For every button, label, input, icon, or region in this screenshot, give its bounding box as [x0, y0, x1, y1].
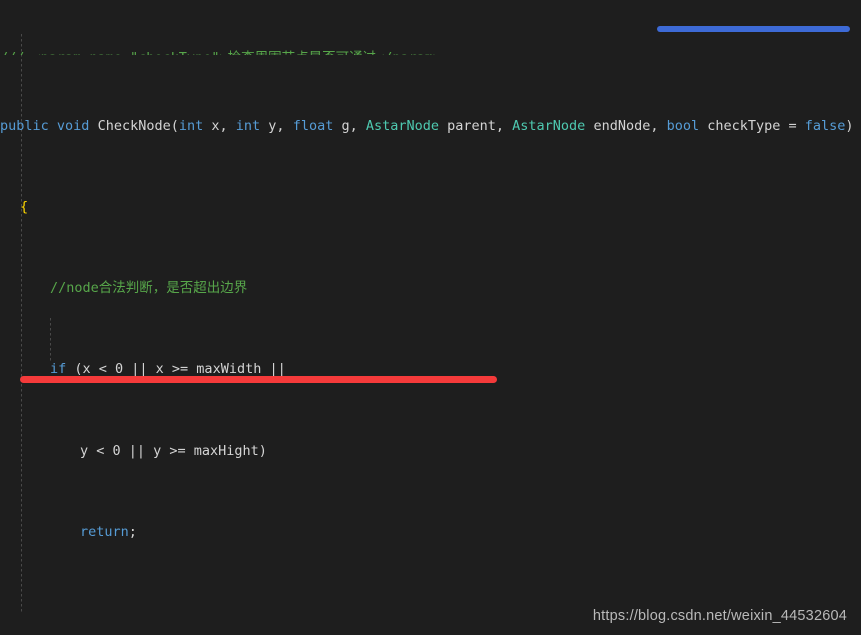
- code-line-if-bounds-cont: y < 0 || y >= maxHight): [0, 441, 861, 461]
- code-line-return-bounds: return;: [0, 522, 861, 542]
- type-astarnode: AstarNode: [512, 117, 586, 134]
- param-parent: parent,: [439, 117, 513, 134]
- code-line-comment-bounds: //node合法判断，是否超出边界: [0, 278, 861, 298]
- param-x: x,: [203, 117, 236, 134]
- kw-int: int: [178, 117, 204, 134]
- code-content[interactable]: /// <param name="checkType">检查周围节点是否可通过<…: [0, 0, 861, 635]
- kw-float: float: [292, 117, 334, 134]
- kw-int: int: [235, 117, 261, 134]
- type-astarnode: AstarNode: [365, 117, 439, 134]
- kw-void: void: [56, 117, 90, 134]
- code-line-open-brace: {: [0, 197, 861, 217]
- if-condition-part1: (x < 0 || x >= maxWidth ||: [66, 361, 286, 378]
- method-name: CheckNode: [97, 117, 171, 134]
- if-condition-part2: y < 0 || y >= maxHight): [80, 442, 267, 459]
- kw-return: return: [80, 523, 129, 540]
- blue-annotation-stroke: [657, 26, 850, 32]
- param-checktype: checkType =: [699, 117, 805, 134]
- sp: [89, 118, 97, 134]
- semicolon: ;: [128, 523, 137, 540]
- sp: [49, 118, 57, 134]
- kw-bool: bool: [666, 117, 700, 134]
- red-annotation-stroke: [20, 376, 497, 383]
- kw-if: if: [50, 361, 67, 378]
- kw-false: false: [804, 117, 846, 134]
- code-editor-viewport[interactable]: /// <param name="checkType">检查周围节点是否可通过<…: [0, 0, 861, 635]
- paren-open: (: [170, 117, 179, 134]
- code-line-method-signature: public void CheckNode(int x, int y, floa…: [0, 116, 861, 136]
- param-y: y,: [260, 117, 293, 134]
- paren-close: ): [845, 117, 854, 134]
- code-line-partial-doc-comment: /// <param name="checkType">检查周围节点是否可通过<…: [0, 48, 861, 55]
- param-g: g,: [333, 117, 366, 134]
- kw-public: public: [0, 117, 49, 134]
- param-endnode: endNode,: [585, 117, 667, 134]
- brace-open-method: {: [20, 198, 29, 215]
- comment-bounds-check: //node合法判断，是否超出边界: [50, 280, 248, 297]
- watermark-url: https://blog.csdn.net/weixin_44532604: [592, 608, 847, 624]
- doc-comment-text: /// <param name="checkType">检查周围节点是否可通过<…: [0, 50, 441, 55]
